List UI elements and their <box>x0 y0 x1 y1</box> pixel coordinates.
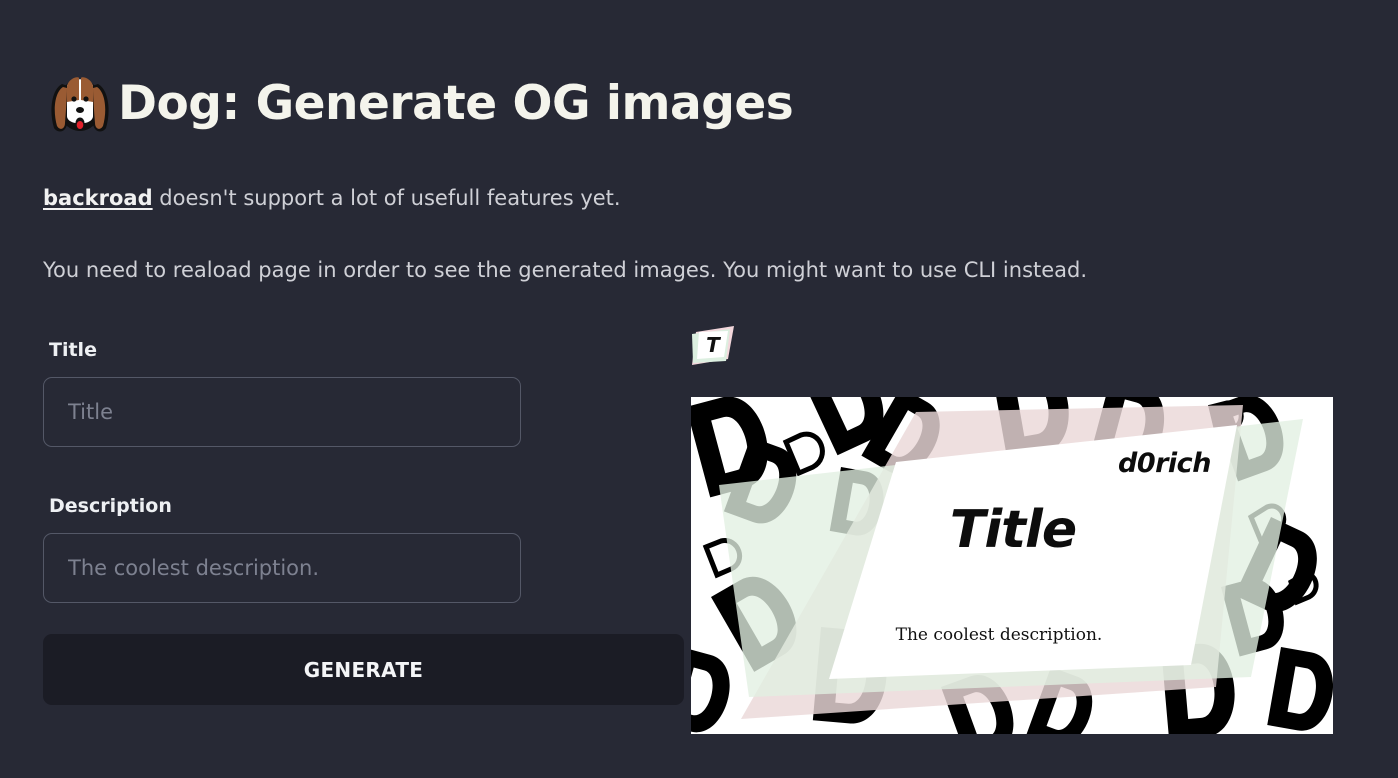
reload-note: You need to reaload page in order to see… <box>43 258 1088 282</box>
og-brand-logo: d0rich <box>1118 448 1211 479</box>
description-input[interactable] <box>43 533 521 603</box>
og-description-text: The coolest description. <box>895 625 1103 645</box>
description-field-label: Description <box>49 495 172 517</box>
generate-button[interactable]: GENERATE <box>43 634 684 705</box>
dog-face-icon <box>51 77 109 132</box>
template-thumbnail[interactable]: T <box>690 323 736 367</box>
og-title-text: Title <box>949 500 1077 560</box>
page-title: Dog: Generate OG images <box>118 75 794 131</box>
title-field-label: Title <box>49 339 97 361</box>
og-background-pattern <box>691 397 1333 734</box>
template-t-icon: T <box>692 326 734 365</box>
backroad-link[interactable]: backroad <box>43 186 153 210</box>
intro-paragraph: backroad doesn't support a lot of useful… <box>43 186 621 210</box>
page-heading: Dog: Generate OG images <box>48 70 794 136</box>
page: Dog: Generate OG images backroad doesn't… <box>0 0 1398 778</box>
title-input[interactable] <box>43 377 521 447</box>
og-image-preview <box>691 397 1333 734</box>
template-letter: T <box>706 333 721 357</box>
intro-text: doesn't support a lot of usefull feature… <box>152 186 621 210</box>
